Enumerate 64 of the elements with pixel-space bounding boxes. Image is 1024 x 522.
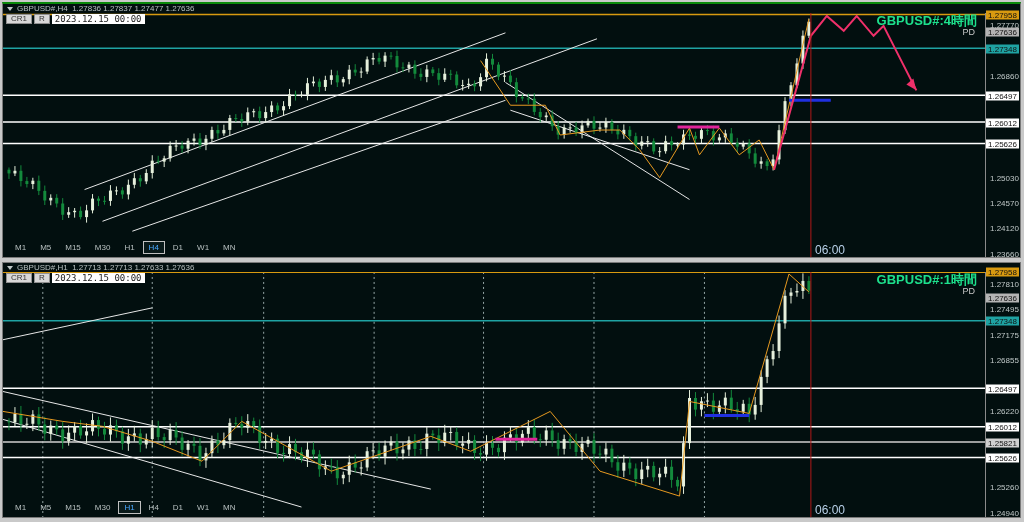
price-tag: 1.26497 [986,91,1019,101]
price-tag: 1.27958 [986,267,1019,277]
timeframe-tab[interactable]: H1 [118,501,141,514]
price-label: 1.24570 [990,198,1019,208]
price-label: 1.26220 [990,406,1019,416]
price-tag: 1.25821 [986,438,1019,448]
price-label: 1.26855 [990,355,1019,365]
price-tag: 1.27348 [986,44,1019,53]
price-label: 1.27175 [990,330,1019,340]
timeframe-tab[interactable]: H4 [142,241,165,254]
chart-title: GBPUSD#:1時間 [876,272,977,288]
price-label: 1.26860 [990,71,1019,81]
price-tag: 1.27636 [986,293,1019,303]
time-label: 06:00 [815,244,846,257]
date-field[interactable]: 2023.12.15 00:00 [51,273,145,283]
indicator-label: PD [962,27,975,37]
timeframe-tab[interactable]: M1 [9,501,33,514]
chart-title: GBPUSD#:4時間 [876,13,977,29]
timeframe-tab[interactable]: M15 [59,241,87,254]
timeframe-tab[interactable]: M30 [88,241,117,254]
timeframe-tab[interactable]: M30 [88,501,117,514]
timeframe-tab[interactable]: D1 [166,501,190,514]
price-label: 1.24940 [990,508,1019,518]
marker-bar [789,98,831,102]
timeframe-tab[interactable]: M5 [34,501,58,514]
date-field[interactable]: 2023.12.15 00:00 [51,14,145,24]
timeframe-tab[interactable]: MN [217,501,242,514]
price-tag: 1.26012 [986,118,1019,128]
marker-bar [495,437,538,441]
price-tag: 1.25626 [986,453,1019,463]
timeframe-tab[interactable]: M5 [34,241,58,254]
indicator-label: PD [962,286,975,296]
caret-icon[interactable] [7,265,13,270]
timeframe-tab[interactable]: D1 [166,241,190,254]
price-tag: 1.25626 [986,139,1019,149]
price-tag: 1.26012 [986,422,1019,432]
timeframe-tab[interactable]: M1 [9,241,33,254]
timeframe-tab[interactable]: W1 [191,241,216,254]
timeframe-tab[interactable]: H1 [118,241,141,254]
price-label: 1.23660 [990,249,1019,259]
price-tag: 1.26497 [986,384,1019,394]
price-label: 1.27770 [990,20,1019,30]
price-label: 1.24120 [990,223,1019,233]
price-tag: 1.27636 [986,27,1019,37]
caret-icon[interactable] [7,6,13,11]
price-label: 1.25260 [990,482,1019,492]
marker-bar [704,413,750,417]
price-label: 1.27495 [990,304,1019,314]
price-label: 1.27810 [990,279,1019,289]
time-label: 06:00 [815,504,846,517]
price-tag: 1.27958 [986,10,1019,19]
timeframe-tab[interactable]: M15 [59,501,87,514]
chart-button[interactable]: CR1 [6,273,32,283]
timeframe-tab[interactable]: W1 [191,501,216,514]
chart-button[interactable]: R [34,273,50,283]
timeframe-tab[interactable]: MN [217,241,242,254]
price-label: 1.25030 [990,173,1019,183]
chart-header: GBPUSD#,H4 1.27836 1.27837 1.27477 1.27636 [17,4,195,13]
chart-button[interactable]: CR1 [6,14,32,24]
price-tag: 1.27348 [986,316,1019,326]
chart-header: GBPUSD#,H1 1.27713 1.27713 1.27633 1.27636 [17,263,195,272]
chart-button[interactable]: R [34,14,50,24]
timeframe-tab[interactable]: H4 [142,501,165,514]
marker-bar [677,125,720,129]
